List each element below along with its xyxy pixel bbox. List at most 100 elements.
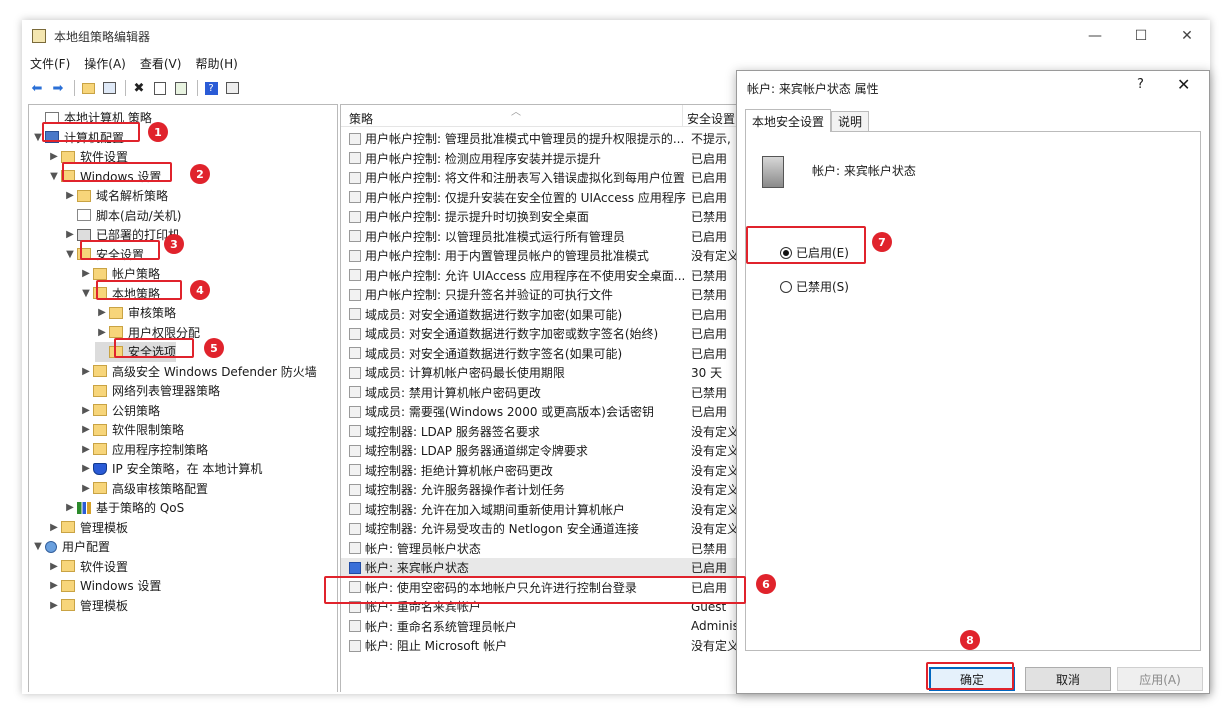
table-row[interactable]: 帐户: 阻止 Microsoft 帐户 没有定义 bbox=[341, 636, 739, 656]
chevron-right-icon[interactable]: ▶ bbox=[79, 444, 93, 455]
chevron-right-icon[interactable]: ▶ bbox=[63, 229, 77, 240]
tree-item[interactable]: ▶ 帐户策略 bbox=[79, 264, 160, 284]
up-folder-icon[interactable] bbox=[79, 79, 97, 97]
cancel-button[interactable]: 取消 bbox=[1025, 667, 1111, 691]
table-row[interactable]: 域成员: 对安全通道数据进行数字加密或数字签名(始终) 已启用 bbox=[341, 324, 739, 344]
chevron-right-icon[interactable]: ▶ bbox=[63, 502, 77, 513]
table-row[interactable]: 域控制器: 允许服务器操作者计划任务 没有定义 bbox=[341, 480, 739, 500]
tree-item[interactable]: ▼ Windows 设置 bbox=[47, 167, 161, 187]
table-row[interactable]: 用户帐户控制: 仅提升安装在安全位置的 UIAccess 应用程序 已启用 bbox=[341, 188, 739, 208]
table-row[interactable]: 帐户: 管理员帐户状态 已禁用 bbox=[341, 539, 739, 559]
table-row[interactable]: 帐户: 重命名来宾帐户 Guest bbox=[341, 597, 739, 617]
tree-item[interactable]: 安全选项 bbox=[95, 342, 177, 362]
menu-help[interactable]: 帮助(H) bbox=[195, 55, 237, 72]
table-row[interactable]: 用户帐户控制: 将文件和注册表写入错误虚拟化到每用户位置 已启用 bbox=[341, 168, 739, 188]
maximize-button[interactable]: ☐ bbox=[1118, 20, 1164, 52]
chevron-down-icon[interactable]: ▼ bbox=[31, 132, 45, 143]
tree-item[interactable]: ▶ 用户权限分配 bbox=[95, 323, 200, 343]
apply-button[interactable]: 应用(A) bbox=[1117, 667, 1203, 691]
delete-icon[interactable]: ✖ bbox=[130, 79, 148, 97]
chevron-right-icon[interactable]: ▶ bbox=[63, 190, 77, 201]
chevron-right-icon[interactable]: ▶ bbox=[47, 600, 61, 611]
table-row[interactable]: 域控制器: 允许易受攻击的 Netlogon 安全通道连接 没有定义 bbox=[341, 519, 739, 539]
table-row[interactable]: 域成员: 计算机帐户密码最长使用期限 30 天 bbox=[341, 363, 739, 383]
view-icon[interactable] bbox=[223, 79, 241, 97]
table-row[interactable]: 帐户: 使用空密码的本地帐户只允许进行控制台登录 已启用 bbox=[341, 578, 739, 598]
table-row[interactable]: 域控制器: LDAP 服务器通道绑定令牌要求 没有定义 bbox=[341, 441, 739, 461]
help-icon[interactable]: ? bbox=[202, 79, 220, 97]
tree-item[interactable]: ▶ 应用程序控制策略 bbox=[79, 440, 208, 460]
chevron-right-icon[interactable]: ▶ bbox=[79, 268, 93, 279]
dialog-help-button[interactable]: ? bbox=[1137, 77, 1144, 92]
radio-disabled-row[interactable]: 已禁用(S) bbox=[780, 278, 849, 295]
table-row[interactable]: 用户帐户控制: 只提升签名并验证的可执行文件 已禁用 bbox=[341, 285, 739, 305]
properties-icon[interactable] bbox=[151, 79, 169, 97]
tree-item[interactable]: ▶ 审核策略 bbox=[95, 303, 176, 323]
chevron-right-icon[interactable]: ▶ bbox=[95, 307, 109, 318]
chevron-right-icon[interactable]: ▶ bbox=[79, 424, 93, 435]
table-row[interactable]: 域控制器: 允许在加入域期间重新使用计算机帐户 没有定义 bbox=[341, 500, 739, 520]
tree-item[interactable]: ▶ 高级安全 Windows Defender 防火墙 bbox=[79, 362, 317, 382]
table-row[interactable]: 用户帐户控制: 检测应用程序安装并提示提升 已启用 bbox=[341, 149, 739, 169]
table-row[interactable]: 用户帐户控制: 允许 UIAccess 应用程序在不使用安全桌面... 已禁用 bbox=[341, 266, 739, 286]
dialog-close-button[interactable]: ✕ bbox=[1177, 75, 1190, 94]
chevron-down-icon[interactable]: ▼ bbox=[47, 171, 61, 182]
tree-item[interactable]: ▶ 管理模板 bbox=[47, 596, 128, 616]
tree-item[interactable]: ▶ 软件限制策略 bbox=[79, 420, 184, 440]
column-policy[interactable]: 策略 bbox=[349, 110, 373, 127]
tree-item[interactable]: ▶ 管理模板 bbox=[47, 518, 128, 538]
tree-item[interactable]: ▼ 用户配置 bbox=[31, 537, 110, 557]
export-icon[interactable] bbox=[172, 79, 190, 97]
table-row[interactable]: 用户帐户控制: 管理员批准模式中管理员的提升权限提示的... 不提示, bbox=[341, 129, 739, 149]
tree-item[interactable]: ▶ 公钥策略 bbox=[79, 401, 160, 421]
table-row[interactable]: 用户帐户控制: 以管理员批准模式运行所有管理员 已启用 bbox=[341, 227, 739, 247]
close-window-button[interactable]: ✕ bbox=[1164, 20, 1210, 52]
tree-item[interactable]: ▶ 软件设置 bbox=[47, 557, 128, 577]
chevron-right-icon[interactable]: ▶ bbox=[47, 522, 61, 533]
menu-view[interactable]: 查看(V) bbox=[140, 55, 182, 72]
tree-item[interactable]: ▶ 已部署的打印机 bbox=[63, 225, 180, 245]
tree-item[interactable]: 本地计算机 策略 bbox=[31, 108, 152, 128]
column-security-setting[interactable]: 安全设置 bbox=[687, 110, 735, 127]
chevron-down-icon[interactable]: ▼ bbox=[79, 288, 93, 299]
tab-explain[interactable]: 说明 bbox=[831, 111, 870, 131]
show-tree-icon[interactable] bbox=[100, 79, 118, 97]
tree-item[interactable]: ▶ 软件设置 bbox=[47, 147, 128, 167]
tree-item[interactable]: ▶ 基于策略的 QoS bbox=[63, 498, 184, 518]
table-row[interactable]: 域控制器: 拒绝计算机帐户密码更改 没有定义 bbox=[341, 461, 739, 481]
chevron-right-icon[interactable]: ▶ bbox=[47, 151, 61, 162]
tree-item[interactable]: ▼ 本地策略 bbox=[79, 284, 160, 304]
table-row[interactable]: 用户帐户控制: 用于内置管理员帐户的管理员批准模式 没有定义 bbox=[341, 246, 739, 266]
column-divider[interactable] bbox=[682, 105, 683, 127]
table-row[interactable]: 帐户: 来宾帐户状态 已启用 bbox=[341, 558, 739, 578]
radio-disabled-label[interactable]: 已禁用(S) bbox=[796, 278, 849, 295]
tree-item[interactable]: ▶ IP 安全策略，在 本地计算机 bbox=[79, 459, 262, 479]
chevron-right-icon[interactable]: ▶ bbox=[95, 327, 109, 338]
minimize-button[interactable]: — bbox=[1072, 20, 1118, 52]
table-row[interactable]: 域成员: 对安全通道数据进行数字加密(如果可能) 已启用 bbox=[341, 305, 739, 325]
table-row[interactable]: 域成员: 禁用计算机帐户密码更改 已禁用 bbox=[341, 383, 739, 403]
ok-button[interactable]: 确定 bbox=[929, 667, 1015, 691]
radio-enabled-row[interactable]: 已启用(E) bbox=[780, 244, 849, 261]
tree-item[interactable]: ▶ 高级审核策略配置 bbox=[79, 479, 208, 499]
tree-item[interactable]: 脚本(启动/关机) bbox=[63, 206, 181, 226]
tree-item[interactable]: 网络列表管理器策略 bbox=[79, 381, 220, 401]
tree-item[interactable]: ▶ Windows 设置 bbox=[47, 576, 161, 596]
tree-item[interactable]: ▼ 安全设置 bbox=[63, 245, 144, 265]
table-row[interactable]: 域控制器: LDAP 服务器签名要求 没有定义 bbox=[341, 422, 739, 442]
table-row[interactable]: 域成员: 需要强(Windows 2000 或更高版本)会话密钥 已启用 bbox=[341, 402, 739, 422]
menu-file[interactable]: 文件(F) bbox=[30, 55, 70, 72]
radio-enabled-label[interactable]: 已启用(E) bbox=[796, 244, 849, 261]
chevron-right-icon[interactable]: ▶ bbox=[47, 561, 61, 572]
table-row[interactable]: 帐户: 重命名系统管理员帐户 Administrator bbox=[341, 617, 739, 637]
chevron-right-icon[interactable]: ▶ bbox=[79, 483, 93, 494]
forward-arrow-icon[interactable]: ➡ bbox=[49, 79, 67, 97]
table-row[interactable]: 域成员: 对安全通道数据进行数字签名(如果可能) 已启用 bbox=[341, 344, 739, 364]
chevron-down-icon[interactable]: ▼ bbox=[31, 541, 45, 552]
chevron-right-icon[interactable]: ▶ bbox=[79, 463, 93, 474]
chevron-down-icon[interactable]: ▼ bbox=[63, 249, 77, 260]
back-arrow-icon[interactable]: ⬅ bbox=[28, 79, 46, 97]
chevron-right-icon[interactable]: ▶ bbox=[79, 366, 93, 377]
radio-enabled[interactable] bbox=[780, 246, 792, 259]
tree-item[interactable]: ▶ 域名解析策略 bbox=[63, 186, 168, 206]
